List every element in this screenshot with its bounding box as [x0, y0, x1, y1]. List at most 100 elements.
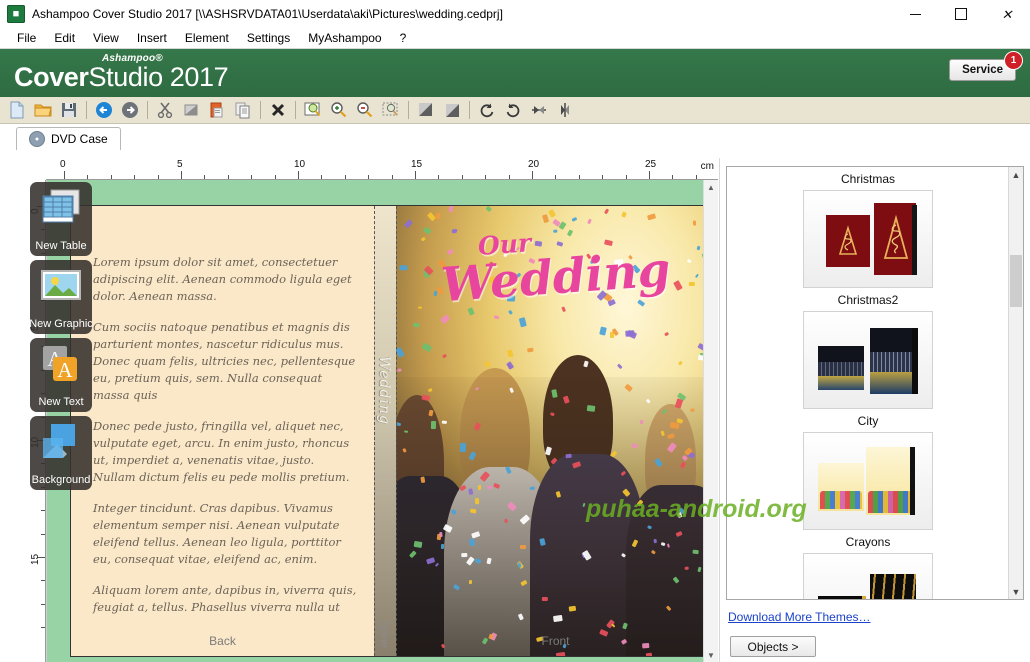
redo-button[interactable] [118, 98, 142, 122]
ruler-tick [110, 175, 112, 179]
ruler-tick [625, 175, 627, 179]
confetti-piece [438, 531, 443, 538]
zoom-out-button[interactable] [353, 98, 377, 122]
zoom-in-button[interactable] [327, 98, 351, 122]
paste-button[interactable] [205, 98, 229, 122]
zoom-fit-button[interactable] [301, 98, 325, 122]
title-bar: ■ Ashampoo Cover Studio 2017 [\\ASHSRVDA… [0, 0, 1030, 28]
duplicate-button[interactable] [231, 98, 255, 122]
back-label: Back [209, 634, 236, 648]
menu-file[interactable]: File [8, 29, 45, 47]
spine-guide-right [396, 206, 397, 656]
ruler-tick [181, 171, 182, 179]
spine-label: Spine [378, 619, 390, 648]
scroll-down-icon[interactable]: ▼ [704, 648, 718, 662]
spine[interactable]: Wedding Spine [374, 206, 396, 656]
save-button[interactable] [57, 98, 81, 122]
new-file-button[interactable] [5, 98, 29, 122]
ruler-number: 0 [60, 159, 66, 170]
application-window: ■ Ashampoo Cover Studio 2017 [\\ASHSRVDA… [0, 0, 1030, 662]
themes-scroll-down-icon[interactable]: ▼ [1009, 584, 1023, 599]
paste-icon [210, 102, 223, 118]
maximize-button[interactable] [938, 0, 984, 28]
menu-settings[interactable]: Settings [238, 29, 299, 47]
ruler-number: 15 [411, 159, 423, 170]
horizontal-ruler[interactable]: 0 5 10 15 20 25 cm [46, 158, 718, 180]
rotate-left-button[interactable] [475, 98, 499, 122]
theme-thumbnail-city[interactable] [803, 432, 933, 530]
minimize-button[interactable] [892, 0, 938, 28]
theme-thumbnail-christmas2[interactable] [803, 311, 933, 409]
back-paragraph: Aliquam lorem ante, dapibus in, viverra … [93, 583, 357, 614]
zoom-out-icon [357, 102, 373, 118]
theme-thumbnail-crayons[interactable] [803, 553, 933, 599]
confetti-piece [647, 524, 652, 529]
shrink-button[interactable] [440, 98, 464, 122]
menu-bar: File Edit View Insert Element Settings M… [0, 28, 1030, 49]
enlarge-button[interactable] [414, 98, 438, 122]
theme-thumbnail-christmas[interactable] [803, 190, 933, 288]
front-label: Front [541, 634, 570, 648]
logo-main: CoverStudio 2017 [14, 62, 229, 92]
menu-myashampoo[interactable]: MyAshampoo [299, 29, 390, 47]
download-more-themes-link[interactable]: Download More Themes… [728, 610, 871, 624]
spine-title: Wedding [376, 356, 392, 425]
front-title-line2: Wedding [438, 242, 672, 314]
copy-icon [184, 104, 198, 116]
ruler-tick [157, 175, 159, 179]
scroll-up-icon[interactable]: ▲ [704, 180, 718, 194]
ruler-unit: cm [700, 161, 714, 172]
back-cover-text[interactable]: Lorem ipsum dolor sit amet, consectetuer… [93, 254, 358, 630]
flip-vertical-button[interactable] [553, 98, 577, 122]
themes-scroll-up-icon[interactable]: ▲ [1009, 167, 1023, 182]
themes-scrollbar[interactable]: ▲ ▼ [1008, 167, 1023, 599]
menu-view[interactable]: View [84, 29, 128, 47]
confetti-piece [430, 421, 436, 429]
flip-horizontal-button[interactable] [527, 98, 551, 122]
confetti-piece [625, 330, 635, 337]
menu-help[interactable]: ? [391, 29, 416, 47]
front-cover[interactable]: Our Wedding Front [396, 206, 704, 656]
tool-label: Background [31, 474, 91, 486]
image-icon [39, 266, 83, 306]
zoom-selection-button[interactable] [379, 98, 403, 122]
tool-new-graphic[interactable]: New Graphic [30, 260, 92, 334]
objects-button[interactable]: Objects > [730, 636, 816, 657]
confetti-piece [460, 552, 467, 557]
themes-list-box[interactable]: Christmas Christmas2 City Crayons ▲ ▼ [726, 166, 1024, 600]
cover-artwork[interactable]: Lorem ipsum dolor sit amet, consectetuer… [71, 206, 704, 656]
open-button[interactable] [31, 98, 55, 122]
confetti-piece [585, 404, 595, 412]
ruler-number: 15 [30, 553, 41, 565]
copy-button[interactable] [179, 98, 203, 122]
tool-background[interactable]: Background [30, 416, 92, 490]
tool-new-text[interactable]: A A New Text [30, 338, 92, 412]
back-paragraph: Cum sociis natoque penatibus et magnis d… [93, 320, 356, 402]
delete-button[interactable] [266, 98, 290, 122]
window-controls: ✕ [892, 0, 1030, 28]
ruler-tick [298, 171, 299, 179]
themes-scroll-area[interactable]: Christmas Christmas2 City Crayons [727, 167, 1009, 599]
canvas-vertical-scrollbar[interactable]: ▲ ▼ [703, 180, 718, 662]
front-title[interactable]: Our Wedding [439, 228, 677, 313]
confetti-piece [399, 265, 408, 271]
tab-dvd-case[interactable]: DVD Case [16, 127, 121, 150]
theme-label: Christmas [840, 172, 895, 186]
toolbar-separator [86, 101, 87, 119]
tool-new-table[interactable]: New Table [30, 182, 92, 256]
theme-label: City [857, 414, 879, 428]
undo-button[interactable] [92, 98, 116, 122]
close-button[interactable]: ✕ [984, 0, 1030, 28]
back-cover[interactable]: Lorem ipsum dolor sit amet, consectetuer… [71, 206, 374, 656]
design-canvas[interactable]: Lorem ipsum dolor sit amet, consectetuer… [46, 180, 704, 662]
brand-banner: Ashampoo® CoverStudio 2017 Service 1 [0, 49, 1030, 97]
tab-label: DVD Case [51, 132, 108, 146]
ruler-tick [555, 175, 557, 179]
menu-insert[interactable]: Insert [128, 29, 176, 47]
toolbar-separator [408, 101, 409, 119]
rotate-right-button[interactable] [501, 98, 525, 122]
menu-element[interactable]: Element [176, 29, 238, 47]
menu-edit[interactable]: Edit [45, 29, 84, 47]
themes-scroll-thumb[interactable] [1010, 255, 1022, 307]
cut-button[interactable] [153, 98, 177, 122]
